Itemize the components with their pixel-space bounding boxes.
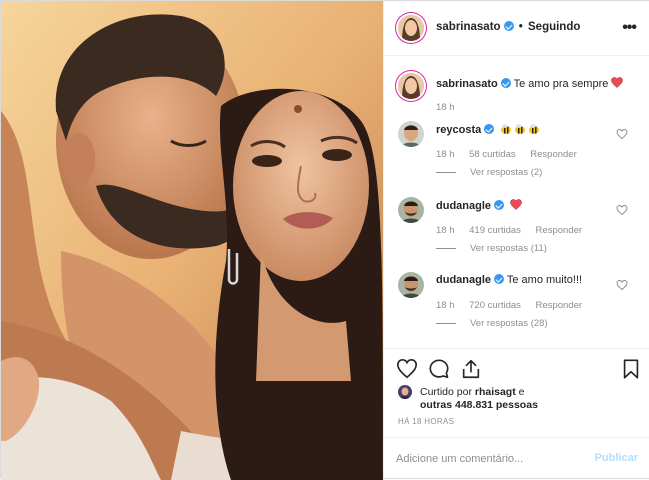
caption: sabrinasato Te amo pra sempre [436, 77, 624, 90]
comment-username[interactable]: dudanagle [436, 274, 491, 286]
comment-input[interactable] [396, 449, 576, 469]
share-upload-icon[interactable] [460, 358, 482, 380]
comment-likes[interactable]: 720 curtidas [469, 300, 521, 311]
liker-avatar[interactable] [398, 385, 412, 399]
avatar-image [398, 385, 412, 399]
view-replies-label: Ver respostas (28) [470, 318, 548, 329]
avatar-image [398, 121, 424, 147]
liked-by-summary: Curtido por rhaisagt e outras 448.831 pe… [420, 386, 538, 412]
comments-section: sabrinasato Te amo pra sempre 18 h reyco… [384, 57, 649, 347]
author-username[interactable]: sabrinasato [436, 21, 501, 33]
post-timestamp[interactable]: HÁ 18 HORAS [398, 417, 454, 426]
header-user-line: sabrinasato • Seguindo [436, 21, 580, 33]
view-replies[interactable]: Ver respostas (2) [436, 167, 542, 178]
caption-text: Te amo pra sempre [513, 78, 609, 90]
verified-badge-icon [494, 274, 505, 284]
like-comment-heart-icon[interactable] [616, 204, 628, 216]
comment-username[interactable]: dudanagle [436, 200, 491, 212]
caption-avatar[interactable] [398, 73, 424, 99]
comment-username[interactable]: reycosta [436, 124, 481, 136]
comment-likes[interactable]: 419 curtidas [469, 225, 521, 236]
comment-bubble-icon[interactable] [428, 358, 450, 380]
couple-photo-illustration [1, 1, 383, 480]
header-separator: • [518, 21, 523, 33]
red-heart-icon [611, 77, 624, 88]
view-replies[interactable]: Ver respostas (28) [436, 318, 548, 329]
post-actions-bar [384, 348, 649, 388]
add-comment-bar: Publicar [384, 437, 649, 478]
avatar-image [398, 73, 424, 99]
liked-by-user[interactable]: rhaisagt [475, 386, 516, 398]
more-options-icon[interactable]: ••• [622, 19, 637, 37]
comment-meta: 18 h 58 curtidas Responder [436, 149, 589, 160]
liked-by-connector: e [518, 386, 525, 398]
save-bookmark-icon[interactable] [620, 358, 642, 380]
comment-text: Te amo muito!!! [506, 274, 583, 286]
view-replies-label: Ver respostas (2) [470, 167, 543, 178]
comment-meta: 18 h 419 curtidas Responder [436, 225, 594, 236]
comment-avatar[interactable] [398, 272, 424, 298]
like-comment-heart-icon[interactable] [616, 128, 628, 140]
comment-body: dudanagle Te amo muito!!! [436, 274, 582, 286]
avatar-image [398, 272, 424, 298]
following-button[interactable]: Seguindo [528, 21, 580, 33]
view-replies[interactable]: Ver respostas (11) [436, 243, 547, 254]
comment-avatar[interactable] [398, 197, 424, 223]
verified-badge-icon [503, 21, 514, 31]
post-side-panel: sabrinasato • Seguindo ••• sabrinasato T… [383, 1, 649, 478]
reply-button[interactable]: Responder [536, 300, 582, 311]
replies-divider [436, 322, 456, 324]
caption-meta: 18 h [436, 102, 467, 113]
replies-divider [436, 247, 456, 249]
like-comment-heart-icon[interactable] [616, 279, 628, 291]
instagram-post: sabrinasato • Seguindo ••• sabrinasato T… [0, 0, 649, 480]
comment-body: reycosta [436, 123, 542, 136]
red-heart-icon [510, 199, 522, 210]
comment-age[interactable]: 18 h [436, 149, 455, 160]
post-header: sabrinasato • Seguindo ••• [384, 1, 649, 56]
comment-likes[interactable]: 58 curtidas [469, 149, 515, 160]
comment-body: dudanagle [436, 199, 522, 212]
avatar-image [398, 197, 424, 223]
reply-button[interactable]: Responder [536, 225, 582, 236]
view-replies-label: Ver respostas (11) [470, 243, 547, 254]
avatar-image [398, 15, 424, 41]
like-heart-icon[interactable] [396, 358, 418, 380]
comment-meta: 18 h 720 curtidas Responder [436, 300, 594, 311]
caption-username[interactable]: sabrinasato [436, 78, 498, 90]
publish-button[interactable]: Publicar [595, 452, 638, 464]
liked-by-prefix: Curtido por [420, 386, 472, 398]
verified-badge-icon [494, 200, 505, 210]
replies-divider [436, 171, 456, 173]
liked-by-others[interactable]: outras 448.831 pessoas [420, 399, 538, 411]
author-avatar[interactable] [398, 15, 424, 41]
post-photo[interactable] [1, 1, 383, 480]
verified-badge-icon [500, 78, 511, 88]
comment-age[interactable]: 18 h [436, 225, 455, 236]
caption-age[interactable]: 18 h [436, 102, 455, 113]
verified-badge-icon [484, 124, 495, 134]
reply-button[interactable]: Responder [530, 149, 576, 160]
comment-avatar[interactable] [398, 121, 424, 147]
bee-emoji-icon [500, 124, 542, 136]
comment-age[interactable]: 18 h [436, 300, 455, 311]
